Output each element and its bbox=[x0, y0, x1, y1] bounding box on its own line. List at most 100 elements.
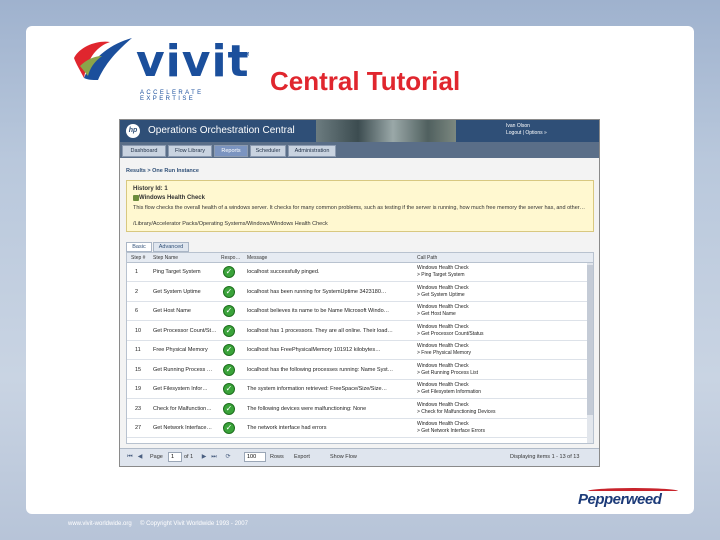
rows-label: Rows bbox=[270, 454, 284, 460]
column-header-message[interactable]: Message bbox=[247, 255, 267, 261]
row-call-path-step[interactable]: > Get Filesystem Information bbox=[417, 389, 481, 396]
vivit-logo-wordmark: vivit bbox=[136, 36, 250, 87]
check-icon: ✓ bbox=[223, 383, 235, 395]
tab-reports[interactable]: Reports bbox=[214, 145, 248, 157]
row-call-path-step[interactable]: > Get Host Name bbox=[417, 311, 456, 318]
row-step-name: Get Host Name bbox=[153, 308, 191, 314]
row-call-path-step[interactable]: > Check for Malfunctioning Devices bbox=[417, 409, 496, 416]
flow-path: /Library/Accelerator Packs/Operating Sys… bbox=[133, 221, 328, 227]
row-message: localhost successfully pinged. bbox=[247, 269, 320, 275]
app-header: hp Operations Orchestration Central Ivan… bbox=[120, 120, 599, 142]
rows-per-page-input[interactable]: 100 bbox=[244, 452, 266, 462]
check-icon: ✓ bbox=[223, 363, 235, 376]
tab-dashboard[interactable]: Dashboard bbox=[122, 145, 166, 157]
column-header-response[interactable]: Respo… bbox=[221, 255, 240, 261]
row-step: 2 bbox=[135, 288, 139, 295]
row-step: 23 bbox=[135, 405, 142, 412]
column-header-step-name[interactable]: Step Name bbox=[153, 255, 178, 261]
results-table: Step # Step Name Respo… Message Call Pat… bbox=[126, 252, 594, 444]
export-button[interactable]: Export bbox=[294, 454, 310, 460]
tab-administration[interactable]: Administration bbox=[288, 145, 336, 157]
tab-advanced[interactable]: Advanced bbox=[153, 242, 189, 252]
row-step: 1 bbox=[135, 269, 139, 275]
row-call-path[interactable]: Windows Health Check bbox=[417, 324, 469, 331]
row-message: localhost has been running for SystemUpt… bbox=[247, 288, 387, 295]
table-row[interactable]: 1 Ping Target System ✓ localhost successful… bbox=[127, 263, 593, 282]
row-step-name: Get Network Interface… bbox=[153, 425, 212, 431]
row-message: localhost has the following processes ru… bbox=[247, 366, 394, 373]
table-header: Step # Step Name Respo… Message Call Pat… bbox=[127, 253, 593, 263]
row-step: 15 bbox=[135, 366, 142, 373]
row-call-path-step[interactable]: > Get Running Process List bbox=[417, 370, 478, 377]
check-icon: ✓ bbox=[223, 422, 235, 434]
row-call-path[interactable]: Windows Health Check bbox=[417, 402, 469, 409]
row-call-path-step[interactable]: > Get System Uptime bbox=[417, 292, 465, 299]
row-step-name: Get Filesystem Infor… bbox=[153, 386, 208, 392]
first-page-icon[interactable]: ⏮ bbox=[126, 453, 134, 461]
page-label: Page bbox=[150, 454, 163, 460]
row-call-path[interactable]: Windows Health Check bbox=[417, 363, 469, 370]
row-call-path-step[interactable]: > Free Physical Memory bbox=[417, 350, 471, 357]
row-call-path-step[interactable]: > Get Network Interface Errors bbox=[417, 428, 485, 435]
scrollbar-thumb[interactable] bbox=[587, 265, 593, 415]
flow-name: Windows Health Check bbox=[139, 195, 205, 201]
check-icon: ✓ bbox=[223, 344, 235, 356]
table-row[interactable]: 23 Check for Malfunction… ✓ The following d… bbox=[127, 400, 593, 419]
check-icon: ✓ bbox=[223, 266, 235, 278]
table-row[interactable]: 19 Get Filesystem Infor… ✓ The system infor… bbox=[127, 380, 593, 399]
show-flow-button[interactable]: Show Flow bbox=[330, 454, 357, 460]
vivit-logo: vivit TM ACCELERATE EXPERTISE bbox=[70, 36, 250, 102]
history-id: History Id: 1 bbox=[133, 186, 168, 192]
row-call-path[interactable]: Windows Health Check bbox=[417, 285, 469, 292]
table-scrollbar[interactable] bbox=[587, 263, 593, 443]
check-icon: ✓ bbox=[223, 402, 235, 415]
prev-page-icon[interactable]: ◀ bbox=[136, 453, 144, 461]
table-row[interactable]: 27 Get Network Interface… ✓ The network int… bbox=[127, 419, 593, 438]
row-call-path[interactable]: Windows Health Check bbox=[417, 265, 469, 272]
next-page-icon[interactable]: ▶ bbox=[200, 453, 208, 461]
row-step-name: Get Running Process … bbox=[153, 366, 213, 373]
flow-description: This flow checks the overall health of a… bbox=[133, 205, 586, 211]
row-call-path[interactable]: Windows Health Check bbox=[417, 304, 469, 311]
column-header-call-path[interactable]: Call Path bbox=[417, 255, 437, 261]
row-call-path[interactable]: Windows Health Check bbox=[417, 343, 469, 350]
nav-bar: Dashboard Flow Library Reports Scheduler… bbox=[120, 142, 599, 158]
pepperweed-logo: Pepperweed bbox=[578, 488, 688, 508]
row-call-path-step[interactable]: > Get Processor Count/Status bbox=[417, 331, 484, 338]
table-row[interactable]: 10 Get Processor Count/St… ✓ localhost has … bbox=[127, 322, 593, 341]
row-step-name: Ping Target System bbox=[153, 269, 201, 275]
row-step: 6 bbox=[135, 308, 139, 314]
row-step-name: Get System Uptime bbox=[153, 288, 201, 295]
vivit-logo-tagline: ACCELERATE EXPERTISE bbox=[140, 90, 204, 102]
logout-options-link[interactable]: Logout | Options » bbox=[506, 130, 547, 137]
tab-basic[interactable]: Basic bbox=[126, 242, 152, 252]
pepperweed-wordmark: Pepperweed bbox=[578, 491, 662, 508]
table-row[interactable]: 11 Free Physical Memory ✓ localhost has Fre… bbox=[127, 341, 593, 360]
table-row[interactable]: 15 Get Running Process … ✓ localhost has th… bbox=[127, 361, 593, 380]
row-step: 27 bbox=[135, 425, 142, 431]
row-message: The following devices were malfunctionin… bbox=[247, 405, 367, 412]
row-step-name: Free Physical Memory bbox=[153, 347, 208, 353]
refresh-icon[interactable]: ⟳ bbox=[224, 453, 232, 461]
row-step: 11 bbox=[135, 347, 141, 353]
tab-scheduler[interactable]: Scheduler bbox=[250, 145, 286, 157]
row-message: localhost has 1 processors. They are all… bbox=[247, 327, 393, 334]
check-icon: ✓ bbox=[223, 305, 235, 317]
last-page-icon[interactable]: ⏭ bbox=[210, 453, 218, 461]
column-header-step[interactable]: Step # bbox=[131, 255, 145, 261]
slide-title: Central Tutorial bbox=[270, 66, 461, 96]
row-call-path-step[interactable]: > Ping Target System bbox=[417, 272, 465, 279]
tab-flow-library[interactable]: Flow Library bbox=[168, 145, 212, 157]
breadcrumb: Results > One Run Instance bbox=[126, 168, 199, 174]
footer-copyright: © Copyright Vivit Worldwide 1993 - 2007 bbox=[140, 521, 248, 527]
flow-info-box: History Id: 1 Windows Health Check This … bbox=[126, 180, 594, 232]
page-input[interactable]: 1 bbox=[168, 452, 182, 462]
table-row[interactable]: 2 Get System Uptime ✓ localhost has been ru… bbox=[127, 283, 593, 302]
row-step: 10 bbox=[135, 327, 142, 334]
row-call-path[interactable]: Windows Health Check bbox=[417, 421, 469, 428]
row-call-path[interactable]: Windows Health Check bbox=[417, 382, 469, 389]
vivit-logo-tm: TM bbox=[242, 52, 250, 58]
table-row[interactable]: 6 Get Host Name ✓ localhost believes its na… bbox=[127, 302, 593, 321]
row-step-name: Check for Malfunction… bbox=[153, 405, 212, 412]
row-step: 19 bbox=[135, 386, 142, 392]
